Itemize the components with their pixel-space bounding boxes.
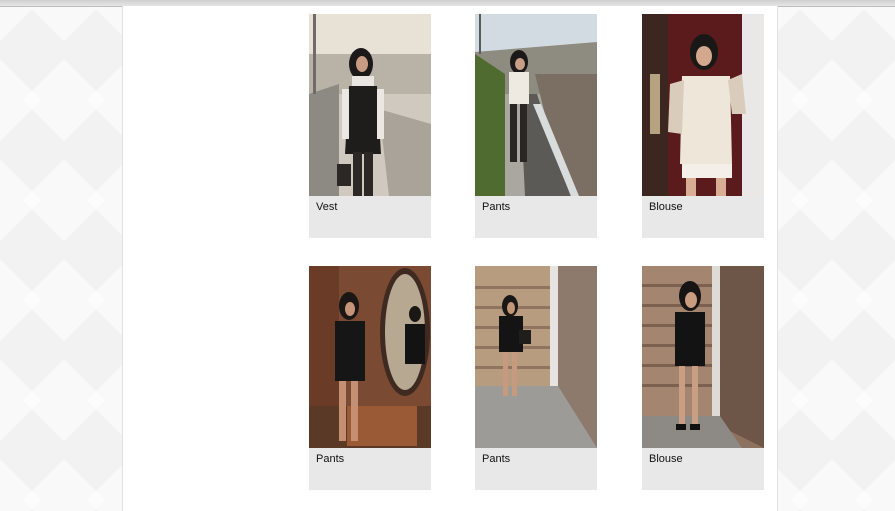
product-photo[interactable] [642, 14, 764, 196]
product-card[interactable]: Blouse [642, 14, 764, 238]
product-label[interactable]: Vest [316, 201, 337, 213]
product-card[interactable]: Pants [475, 14, 597, 238]
product-card[interactable]: Vest [309, 14, 431, 238]
product-photo-image [309, 14, 431, 196]
product-photo[interactable] [475, 266, 597, 448]
product-photo[interactable] [642, 266, 764, 448]
product-photo[interactable] [309, 14, 431, 196]
product-photo-image [475, 266, 597, 448]
product-card[interactable]: Pants [309, 266, 431, 490]
product-photo[interactable] [309, 266, 431, 448]
product-label[interactable]: Pants [316, 453, 344, 465]
product-photo-image [475, 14, 597, 196]
product-photo-image [309, 266, 431, 448]
product-photo-image [642, 266, 764, 448]
product-label[interactable]: Blouse [649, 201, 683, 213]
product-label[interactable]: Blouse [649, 453, 683, 465]
product-card[interactable]: Pants [475, 266, 597, 490]
product-photo[interactable] [475, 14, 597, 196]
product-label[interactable]: Pants [482, 453, 510, 465]
product-card[interactable]: Blouse [642, 266, 764, 490]
product-grid-panel: Vest Pants Blouse Pants Pants Blouse [122, 6, 778, 511]
product-photo-image [642, 14, 764, 196]
product-label[interactable]: Pants [482, 201, 510, 213]
